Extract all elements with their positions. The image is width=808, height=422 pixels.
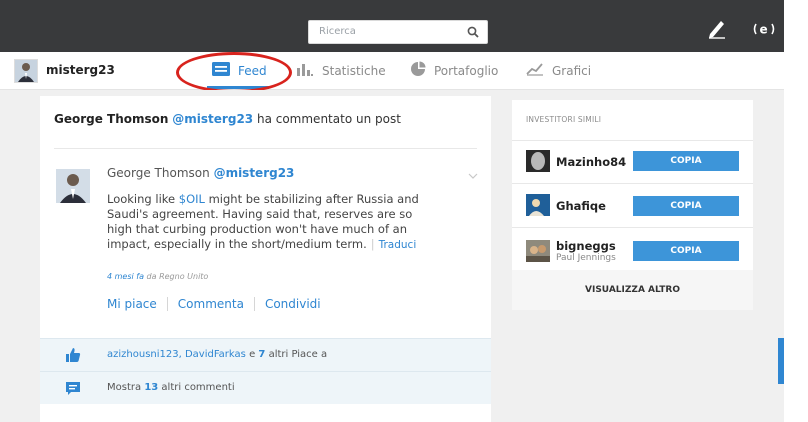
username[interactable]: misterg23 — [46, 63, 115, 77]
translate-link[interactable]: Traduci — [379, 239, 417, 251]
avatar[interactable] — [14, 59, 38, 83]
divider — [512, 140, 753, 141]
bar-chart-icon — [296, 62, 314, 79]
investor-avatar[interactable] — [526, 194, 550, 216]
tab-portafoglio-label: Portafoglio — [434, 63, 499, 78]
post-avatar[interactable] — [56, 169, 90, 203]
copy-button[interactable]: COPIA — [633, 196, 739, 216]
investor-name[interactable]: Ghafiqe — [556, 199, 606, 213]
post-location: da Regno Unito — [146, 272, 209, 281]
likes-users[interactable]: azizhousni123, DavidFarkas — [107, 349, 246, 360]
investor-name[interactable]: Mazinho84 — [556, 155, 626, 169]
notice-handle[interactable]: @misterg23 — [172, 112, 253, 126]
likes-suffix: altri Piace a — [268, 349, 328, 360]
etoro-logo-icon[interactable]: e — [752, 20, 776, 41]
investor-avatar[interactable] — [526, 240, 550, 262]
copy-button[interactable]: COPIA — [633, 241, 739, 261]
comments-suffix: altri commenti — [161, 382, 235, 393]
text-separator: | — [370, 237, 375, 251]
likes-text: azizhousni123, DavidFarkas e 7 altri Pia… — [107, 349, 327, 360]
search-icon[interactable] — [467, 26, 479, 41]
svg-text:e: e — [760, 23, 768, 37]
search-input[interactable]: Ricerca — [308, 20, 488, 44]
similar-investors-panel: INVESTITORI SIMILI Mazinho84 COPIA Ghafi… — [512, 100, 753, 310]
investor-name[interactable]: bigneggs — [556, 239, 616, 253]
post-text-before: Looking like — [107, 192, 179, 206]
feed-card: George Thomson @misterg23 ha commentato … — [40, 96, 491, 422]
comments-prefix: Mostra — [107, 382, 142, 393]
post-author: George Thomson @misterg23 — [107, 166, 294, 180]
scroll-indicator[interactable] — [778, 338, 784, 384]
notice-actor[interactable]: George Thomson — [54, 112, 168, 126]
tab-portafoglio[interactable]: Portafoglio — [410, 52, 498, 89]
like-button[interactable]: Mi piace — [107, 297, 168, 311]
notice-action: ha commentato un post — [256, 112, 401, 126]
comment-button[interactable]: Commenta — [178, 297, 255, 311]
divider — [54, 148, 477, 149]
likes-connector: e — [249, 349, 256, 360]
post-ticker-link[interactable]: $OIL — [179, 192, 205, 206]
comments-row[interactable]: Mostra 13 altri commenti — [40, 371, 491, 404]
share-button[interactable]: Condividi — [265, 297, 331, 311]
copy-button[interactable]: COPIA — [633, 151, 739, 171]
post-author-name[interactable]: George Thomson — [107, 166, 210, 180]
comments-count: 13 — [144, 382, 159, 393]
post-actions: Mi piace Commenta Condividi — [107, 297, 341, 311]
likes-row: azizhousni123, DavidFarkas e 7 altri Pia… — [40, 338, 491, 371]
tab-grafici-label: Grafici — [552, 63, 592, 78]
investor-real-name: Paul Jennings — [556, 253, 616, 263]
feed-notice: George Thomson @misterg23 ha commentato … — [54, 112, 401, 126]
chevron-down-icon[interactable] — [468, 169, 478, 182]
divider — [512, 183, 753, 184]
tab-statistiche[interactable]: Statistiche — [296, 52, 386, 89]
post-timestamp: 4 mesi fa da Regno Unito — [107, 272, 208, 281]
post-time-ago[interactable]: 4 mesi fa — [107, 272, 144, 281]
post-body: Looking like $OIL might be stabilizing a… — [107, 192, 437, 253]
search-placeholder: Ricerca — [319, 26, 356, 37]
comment-icon — [65, 381, 81, 399]
line-chart-icon — [526, 62, 544, 79]
divider — [512, 227, 753, 228]
tab-grafici[interactable]: Grafici — [526, 52, 591, 89]
tab-statistiche-label: Statistiche — [322, 63, 386, 78]
top-bar: Ricerca e — [0, 0, 784, 52]
nav-bar: misterg23 Feed Statistiche Portafoglio G… — [0, 52, 784, 90]
highlight-oval — [176, 52, 292, 93]
panel-title: INVESTITORI SIMILI — [526, 115, 602, 124]
pie-chart-icon — [410, 61, 426, 80]
thumbs-up-icon — [65, 347, 81, 366]
pencil-icon[interactable] — [706, 17, 728, 42]
view-more-button[interactable]: VISUALIZZA ALTRO — [512, 270, 753, 310]
show-comments-link[interactable]: Mostra 13 altri commenti — [107, 382, 235, 393]
post-author-handle[interactable]: @misterg23 — [214, 166, 295, 180]
investor-avatar[interactable] — [526, 150, 550, 172]
likes-count[interactable]: 7 — [258, 349, 265, 360]
